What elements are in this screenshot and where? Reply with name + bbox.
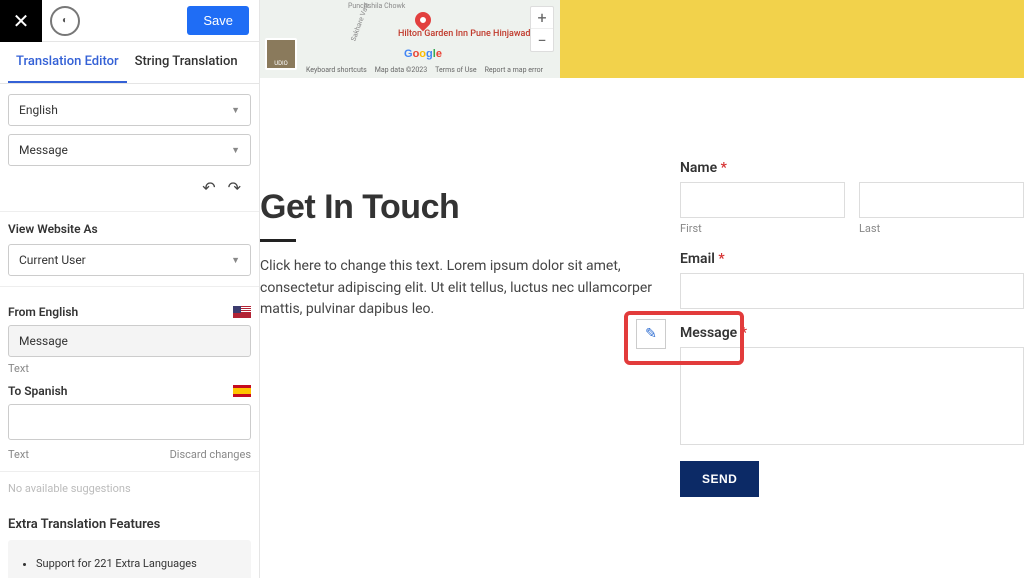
language-dropdown-value: English [19, 103, 58, 117]
content-left-column: Get In Touch Click here to change this t… [260, 78, 680, 578]
extra-features-box: Support for 221 Extra Languages Yoast SE… [8, 540, 251, 578]
last-name-input[interactable] [859, 182, 1024, 218]
map-widget[interactable]: Punchshila Chowk Sakhare Vasi Hilton Gar… [260, 0, 560, 78]
edit-translation-chip[interactable]: ✎ [636, 319, 666, 349]
name-label: Name * [680, 160, 1024, 176]
element-dropdown-value: Message [19, 143, 68, 157]
send-button[interactable]: SEND [680, 461, 759, 497]
map-place-label: Punchshila Chowk [348, 2, 405, 10]
language-dropdown[interactable]: English ▼ [8, 94, 251, 126]
page-heading: Get In Touch [260, 188, 670, 227]
close-button[interactable]: ✕ [0, 0, 42, 42]
extra-features-title: Extra Translation Features [0, 505, 259, 540]
save-button[interactable]: Save [187, 6, 249, 35]
to-type-hint: Text [8, 448, 29, 461]
hero-band [560, 0, 1024, 78]
from-type-hint: Text [8, 362, 29, 375]
map-zoom-controls: + − [530, 6, 554, 52]
sidebar-tabs: Translation Editor String Translation [0, 42, 259, 84]
chevron-down-icon: ▼ [231, 105, 240, 116]
to-text-field[interactable] [8, 404, 251, 440]
view-as-label: View Website As [8, 222, 251, 236]
map-shortcuts[interactable]: Keyboard shortcuts [306, 66, 367, 74]
last-sublabel: Last [859, 222, 1024, 235]
map-terms[interactable]: Terms of Use [435, 66, 476, 74]
sidebar-topbar: ✕ ◐ Save [0, 0, 259, 42]
contact-form: Name * First Last Email * [680, 78, 1024, 578]
chevron-down-icon: ▼ [231, 255, 240, 266]
chevron-down-icon: ▼ [231, 145, 240, 156]
email-label: Email * [680, 251, 1024, 267]
email-input[interactable] [680, 273, 1024, 309]
map-zoom-out[interactable]: − [531, 29, 553, 51]
site-preview: Punchshila Chowk Sakhare Vasi Hilton Gar… [260, 0, 1024, 578]
flag-us-icon [233, 306, 251, 318]
view-as-dropdown[interactable]: Current User ▼ [8, 244, 251, 276]
discard-changes-link[interactable]: Discard changes [170, 448, 251, 461]
map-footer: Keyboard shortcuts Map data ©2023 Terms … [306, 66, 556, 74]
map-hotel-label: Hilton Garden Inn Pune Hinjawadi [398, 30, 533, 40]
from-language-label: From English [8, 305, 78, 319]
map-layer-thumb[interactable]: UDIO [265, 38, 297, 70]
heading-divider [260, 239, 296, 242]
map-pin-icon [412, 9, 435, 32]
undo-button[interactable]: ↶ [202, 178, 215, 197]
tab-translation-editor[interactable]: Translation Editor [8, 42, 127, 83]
map-zoom-in[interactable]: + [531, 7, 553, 29]
accessibility-button[interactable]: ◐ [50, 6, 80, 36]
redo-button[interactable]: ↷ [228, 178, 241, 197]
page-paragraph[interactable]: Click here to change this text. Lorem ip… [260, 256, 670, 321]
translation-sidebar: ✕ ◐ Save Translation Editor String Trans… [0, 0, 260, 578]
map-report[interactable]: Report a map error [485, 66, 543, 74]
extra-feature-item: Support for 221 Extra Languages [36, 554, 241, 575]
google-logo: Google [404, 48, 442, 60]
close-icon: ✕ [13, 9, 30, 33]
first-sublabel: First [680, 222, 845, 235]
map-data: Map data ©2023 [375, 66, 427, 74]
first-name-input[interactable] [680, 182, 845, 218]
from-text-field: Message [8, 325, 251, 357]
no-suggestions-text: No available suggestions [0, 472, 259, 505]
pencil-icon: ✎ [645, 326, 657, 342]
flag-es-icon [233, 385, 251, 397]
to-language-label: To Spanish [8, 384, 67, 398]
view-as-value: Current User [19, 253, 86, 267]
element-dropdown[interactable]: Message ▼ [8, 134, 251, 166]
accessibility-icon: ◐ [62, 15, 68, 26]
tab-string-translation[interactable]: String Translation [127, 42, 246, 83]
